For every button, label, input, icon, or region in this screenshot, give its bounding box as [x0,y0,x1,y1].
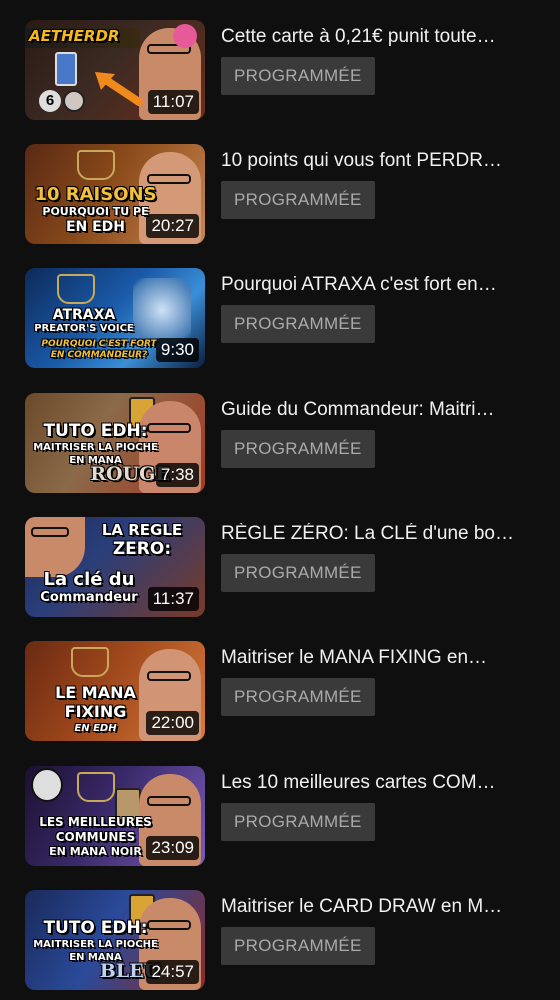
status-badge: PROGRAMMÉE [221,430,375,468]
video-duration: 22:00 [146,711,199,735]
video-thumbnail[interactable]: LES MEILLEURES COMMUNES EN MANA NOIR 23:… [25,766,205,866]
crest-icon [57,274,95,304]
video-title[interactable]: RÈGLE ZÉRO: La CLÉ d'une bo… [221,523,536,545]
thumbnail-line: POURQUOI TU PE [42,205,149,218]
video-duration: 23:09 [146,836,199,860]
video-thumbnail[interactable]: LE MANA FIXING EN EDH 22:00 [25,641,205,741]
video-list: AETHERDR 6 11:07 Cette carte à 0,21€ pun… [0,0,560,1000]
video-duration: 11:07 [147,90,199,114]
thumbnail-line: ZERO: [112,539,172,559]
thumbnail-line: EN EDH [74,723,117,734]
presenter-image [25,517,85,577]
glasses-icon [31,527,69,537]
video-item[interactable]: LES MEILLEURES COMMUNES EN MANA NOIR 23:… [0,766,560,866]
thumbnail-line: LES MEILLEURES [39,815,152,829]
status-badge: PROGRAMMÉE [221,57,375,95]
status-badge: PROGRAMMÉE [221,305,375,343]
thumbnail-line: LA REGLE [101,521,183,539]
thumbnail-line: EN COMMANDEUR? [50,350,148,360]
black-mana-icon [63,90,85,112]
crest-icon [77,772,115,802]
video-title[interactable]: 10 points qui vous font PERDR… [221,150,536,172]
video-duration: 20:27 [146,214,199,238]
video-duration: 9:30 [155,338,199,362]
video-item[interactable]: AETHERDR 6 11:07 Cette carte à 0,21€ pun… [0,20,560,120]
thumbnail-line: LE MANA [55,683,136,702]
thumbnail-line: TUTO EDH: [43,421,148,441]
video-thumbnail[interactable]: 10 RAISONS POURQUOI TU PE EN EDH 20:27 [25,144,205,244]
video-item[interactable]: TUTO EDH: MAITRISER LA PIOCHE EN MANA RO… [0,393,560,493]
video-item[interactable]: LE MANA FIXING EN EDH 22:00 Maitriser le… [0,641,560,741]
status-badge: PROGRAMMÉE [221,803,375,841]
thumbnail-line: Commandeur [40,590,138,605]
logo-icon [173,24,197,48]
thumbnail-line: MAITRISER LA PIOCHE [33,939,158,950]
status-badge: PROGRAMMÉE [221,927,375,965]
video-title[interactable]: Maitriser le CARD DRAW en M… [221,896,536,918]
thumbnail-line: TUTO EDH: [43,918,148,938]
thumbnail-banner-text: AETHERDR [29,27,120,45]
video-item[interactable]: LA REGLE ZERO: La clé du Commandeur 11:3… [0,517,560,617]
thumbnail-line: 10 RAISONS [34,184,157,205]
crest-icon [71,647,109,677]
video-title[interactable]: Maitriser le MANA FIXING en… [221,647,536,669]
thumbnail-line: La clé du [43,569,135,590]
video-thumbnail[interactable]: TUTO EDH: MAITRISER LA PIOCHE EN MANA BL… [25,890,205,990]
video-title[interactable]: Les 10 meilleures cartes COM… [221,772,536,794]
thumbnail-line: COMMUNES [55,830,136,844]
video-thumbnail[interactable]: LA REGLE ZERO: La clé du Commandeur 11:3… [25,517,205,617]
video-duration: 24:57 [146,960,199,984]
video-thumbnail[interactable]: ATRAXA PREATOR'S VOICE POURQUOI C'EST FO… [25,268,205,368]
video-item[interactable]: TUTO EDH: MAITRISER LA PIOCHE EN MANA BL… [0,890,560,990]
video-duration: 11:37 [147,587,199,611]
thumbnail-line: PREATOR'S VOICE [34,323,134,334]
video-item[interactable]: ATRAXA PREATOR'S VOICE POURQUOI C'EST FO… [0,268,560,368]
video-thumbnail[interactable]: TUTO EDH: MAITRISER LA PIOCHE EN MANA RO… [25,393,205,493]
thumbnail-line: MAITRISER LA PIOCHE [33,442,158,453]
glasses-icon [147,174,191,184]
video-title[interactable]: Pourquoi ATRAXA c'est fort en… [221,274,536,296]
video-item[interactable]: 10 RAISONS POURQUOI TU PE EN EDH 20:27 1… [0,144,560,244]
thumbnail-line: POURQUOI C'EST FORT [41,339,157,349]
status-badge: PROGRAMMÉE [221,554,375,592]
video-thumbnail[interactable]: AETHERDR 6 11:07 [25,20,205,120]
thumbnail-line: FIXING [64,702,127,721]
mana-cost-icon: 6 [39,90,61,112]
status-badge: PROGRAMMÉE [221,678,375,716]
thumbnail-line: ATRAXA [52,307,116,323]
video-title[interactable]: Cette carte à 0,21€ punit toute… [221,26,536,48]
skull-icon [31,768,63,802]
video-duration: 7:38 [155,463,199,487]
thumbnail-line: EN EDH [65,219,126,235]
arrow-icon [95,72,143,106]
card-icon [55,52,77,86]
thumbnail-line: EN MANA NOIR [49,845,142,858]
video-title[interactable]: Guide du Commandeur: Maitri… [221,399,536,421]
glasses-icon [147,796,191,806]
glasses-icon [147,671,191,681]
crest-icon [77,150,115,180]
status-badge: PROGRAMMÉE [221,181,375,219]
